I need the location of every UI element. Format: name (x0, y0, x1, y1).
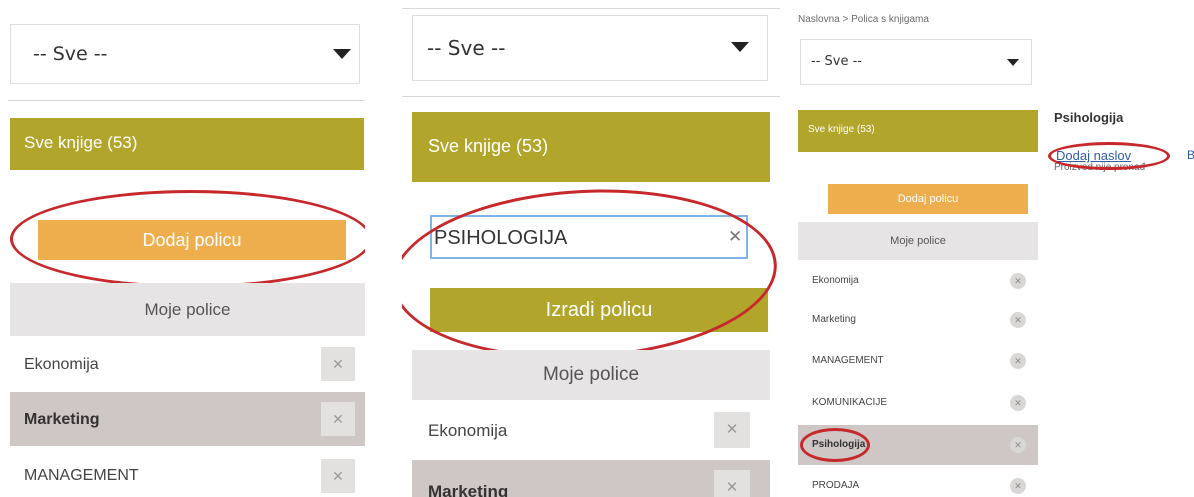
my-shelves-label: Moje police (890, 235, 946, 247)
shelf-label: MANAGEMENT (812, 355, 884, 366)
all-books-label: Sve knjige (53) (24, 133, 138, 152)
add-shelf-label: Dodaj policu (142, 230, 242, 250)
shelf-name-field[interactable] (434, 225, 714, 251)
my-shelves-header: Moje police (798, 222, 1038, 260)
divider (402, 8, 780, 9)
shelf-item-ekonomija[interactable]: Ekonomija (798, 262, 1038, 300)
chevron-down-icon (1007, 59, 1019, 66)
filter-select-value: -- Sve -- (427, 36, 506, 60)
filter-select-value: -- Sve -- (33, 43, 108, 65)
delete-shelf-icon[interactable]: ✕ (1010, 395, 1026, 411)
shelf-label: Marketing (812, 314, 856, 325)
all-books-label: Sve knjige (53) (428, 136, 549, 156)
chevron-down-icon (333, 49, 351, 59)
divider (402, 96, 780, 97)
shelf-item-prodaja[interactable]: PRODAJA (798, 466, 1038, 497)
divider (8, 100, 365, 101)
add-shelf-label: Dodaj policu (897, 193, 959, 205)
delete-shelf-icon[interactable]: ✕ (1010, 437, 1026, 453)
delete-shelf-icon[interactable]: ✕ (321, 347, 355, 381)
shelf-item-marketing[interactable]: Marketing (10, 392, 365, 446)
delete-shelf-icon[interactable]: ✕ (1010, 312, 1026, 328)
shelf-label: Ekonomija (24, 356, 99, 373)
shelf-item-management[interactable]: MANAGEMENT (10, 446, 365, 497)
my-shelves-header: Moje police (412, 350, 770, 400)
clear-icon[interactable]: ✕ (728, 227, 742, 247)
delete-shelf-icon[interactable]: ✕ (1010, 353, 1026, 369)
create-shelf-label: Izradi policu (545, 299, 653, 321)
shelf-name-input[interactable]: ✕ (430, 215, 748, 259)
delete-shelf-icon[interactable]: ✕ (1010, 478, 1026, 494)
breadcrumb[interactable]: Naslovna > Polica s knjigama (798, 14, 929, 25)
shelf-label: Ekonomija (428, 421, 508, 440)
shelf-label: KOMUNIKACIJE (812, 397, 888, 408)
panel-shelf-result-step: Naslovna > Polica s knjigama -- Sve -- S… (796, 0, 1194, 497)
shelf-item-management[interactable]: MANAGEMENT (798, 340, 1038, 382)
delete-shelf-icon[interactable]: ✕ (321, 459, 355, 493)
shelf-label: Marketing (24, 411, 100, 428)
panel-create-shelf-step: -- Sve -- Sve knjige (53) ✕ Izradi polic… (402, 0, 780, 497)
add-title-link[interactable]: Dodaj naslov (1056, 148, 1131, 163)
my-shelves-label: Moje police (542, 364, 640, 385)
all-books-button[interactable]: Sve knjige (53) (412, 112, 770, 182)
panel-add-shelf-step: -- Sve -- Sve knjige (53) Dodaj policu M… (0, 0, 365, 497)
filter-select[interactable]: -- Sve -- (10, 24, 360, 84)
no-results-text: Proizvod nije pronađ (1054, 162, 1146, 173)
delete-shelf-icon[interactable]: ✕ (714, 412, 750, 448)
highlight-ellipse (402, 180, 780, 368)
my-shelves-label: Moje police (144, 300, 231, 319)
shelf-title: Psihologija (1054, 110, 1124, 125)
cut-off-link[interactable]: B (1187, 148, 1194, 162)
shelf-label: Marketing (428, 482, 509, 497)
filter-select[interactable]: -- Sve -- (412, 15, 768, 81)
shelf-item-komunikacije[interactable]: KOMUNIKACIJE (798, 382, 1038, 424)
shelf-item-ekonomija[interactable]: Ekonomija (10, 336, 365, 392)
shelf-label: PRODAJA (812, 480, 860, 491)
chevron-down-icon (731, 42, 749, 52)
all-books-label: Sve knjige (53) (808, 124, 875, 135)
shelf-label: Psihologija (812, 439, 866, 450)
shelf-item-marketing[interactable]: Marketing (798, 300, 1038, 340)
filter-select-value: -- Sve -- (811, 54, 862, 69)
create-shelf-button[interactable]: Izradi policu (430, 288, 768, 332)
shelf-label: Ekonomija (812, 275, 859, 286)
all-books-button[interactable]: Sve knjige (53) (10, 118, 364, 170)
add-shelf-button[interactable]: Dodaj policu (828, 184, 1028, 214)
delete-shelf-icon[interactable]: ✕ (321, 402, 355, 436)
delete-shelf-icon[interactable]: ✕ (714, 470, 750, 497)
all-books-button[interactable]: Sve knjige (53) (798, 110, 1038, 152)
my-shelves-header: Moje police (10, 283, 365, 336)
filter-select[interactable]: -- Sve -- (800, 39, 1032, 85)
shelf-label: MANAGEMENT (24, 467, 139, 484)
shelf-item-psihologija[interactable]: Psihologija (798, 425, 1038, 465)
delete-shelf-icon[interactable]: ✕ (1010, 273, 1026, 289)
add-shelf-button[interactable]: Dodaj policu (38, 220, 346, 260)
